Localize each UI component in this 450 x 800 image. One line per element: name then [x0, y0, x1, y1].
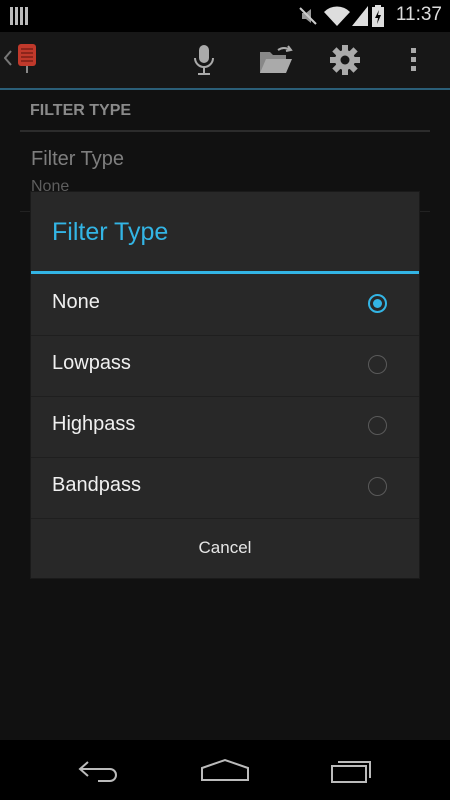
option-none[interactable]: None	[31, 275, 419, 336]
option-highpass[interactable]: Highpass	[31, 397, 419, 458]
option-bandpass[interactable]: Bandpass	[31, 458, 419, 519]
gear-icon[interactable]	[330, 45, 360, 75]
preference-title[interactable]: Filter Type	[31, 148, 124, 171]
option-label: Bandpass	[52, 474, 141, 496]
back-nav-icon[interactable]	[78, 760, 122, 782]
filter-type-dialog: Filter Type None Lowpass Highpass Bandpa…	[31, 192, 419, 578]
option-label: Highpass	[52, 413, 136, 435]
section-header-label: FILTER TYPE	[30, 102, 132, 119]
app-icon[interactable]	[14, 42, 42, 78]
mute-icon	[299, 7, 317, 25]
dialog-title: Filter Type	[52, 218, 169, 246]
radio-button[interactable]	[368, 477, 387, 496]
wifi-icon	[324, 6, 350, 26]
home-nav-icon[interactable]	[200, 758, 250, 782]
radio-button-checked[interactable]	[368, 294, 387, 313]
status-time: 11:37	[395, 4, 442, 25]
radio-button[interactable]	[368, 355, 387, 374]
battery-icon	[372, 5, 384, 27]
navigation-bar	[0, 740, 450, 800]
signal-icon	[352, 6, 368, 26]
dialog-title-divider	[31, 271, 419, 274]
status-bar: 11:37	[0, 0, 450, 32]
section-header: FILTER TYPE	[20, 100, 430, 132]
option-lowpass[interactable]: Lowpass	[31, 336, 419, 397]
option-label: Lowpass	[52, 352, 131, 374]
notification-bars-icon	[10, 7, 28, 25]
radio-button[interactable]	[368, 416, 387, 435]
recents-nav-icon[interactable]	[330, 758, 374, 784]
microphone-icon[interactable]	[193, 45, 215, 77]
overflow-menu-icon[interactable]	[410, 47, 418, 73]
cancel-button[interactable]: Cancel	[31, 518, 419, 578]
option-label: None	[52, 291, 100, 313]
folder-open-icon[interactable]	[258, 44, 294, 76]
back-icon[interactable]	[4, 50, 12, 66]
action-bar	[0, 32, 450, 88]
